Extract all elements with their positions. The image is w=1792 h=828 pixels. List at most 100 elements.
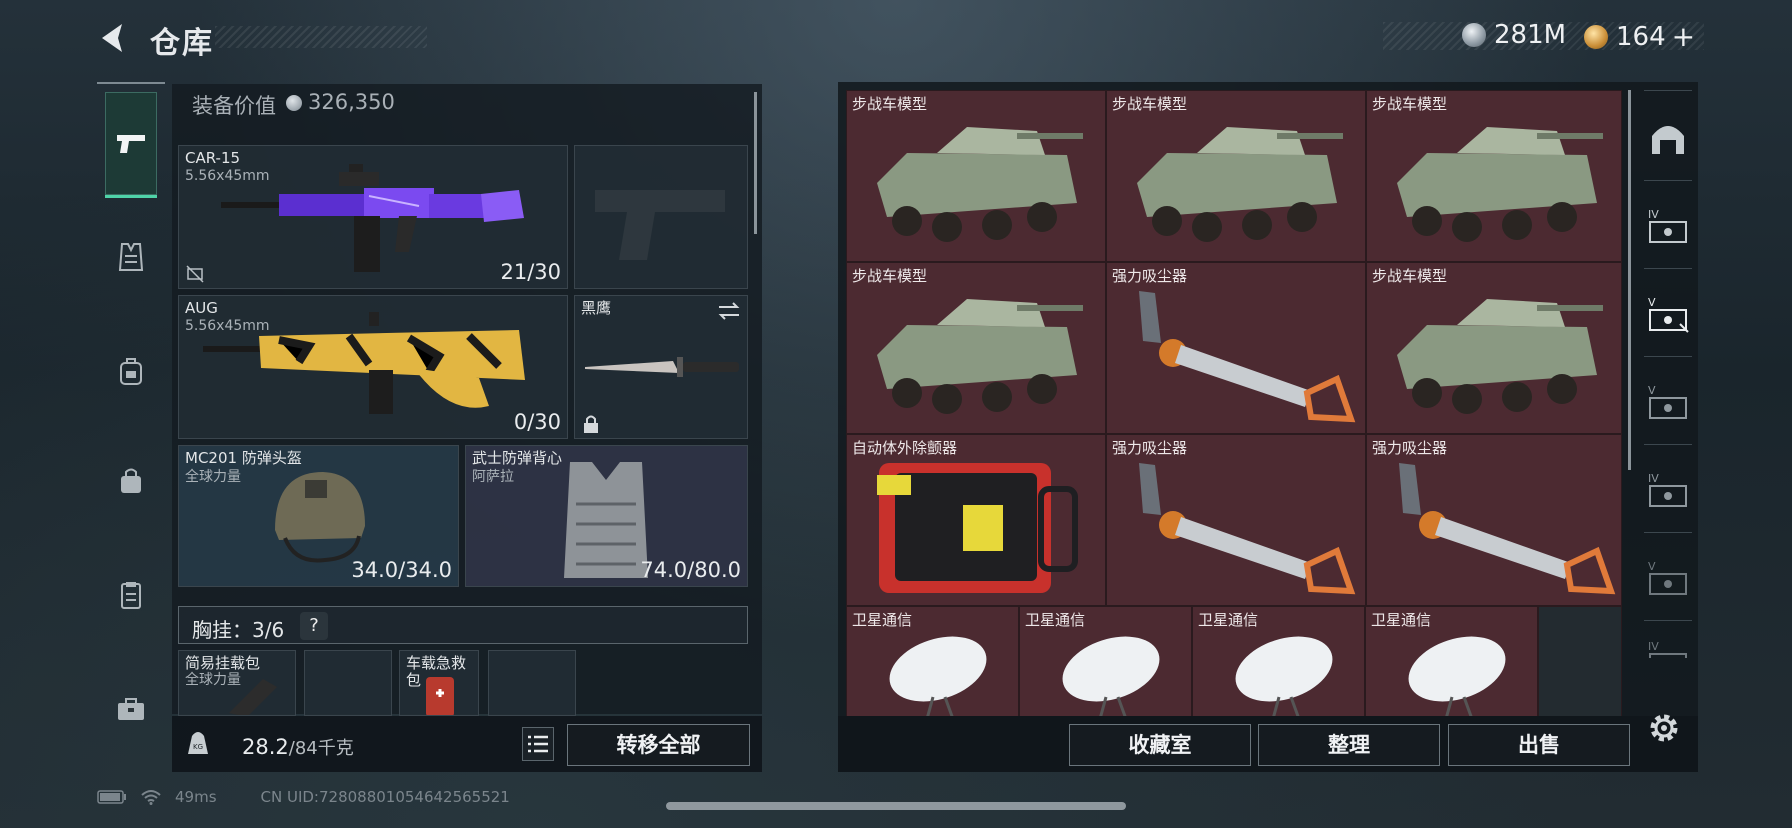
swap-icon[interactable] xyxy=(717,302,741,320)
category-strip: IV V V IV V IV xyxy=(1640,90,1696,710)
category-tier-v-active[interactable]: V xyxy=(1640,286,1696,342)
category-divider xyxy=(1644,90,1692,91)
satellite-dish-image xyxy=(889,636,987,716)
gear-value: 326,350 xyxy=(308,90,395,114)
primary-weapon-slot[interactable]: CAR-15 5.56x45mm 21/30 xyxy=(178,145,568,289)
settings-gear-icon[interactable] xyxy=(1646,710,1682,746)
pistol-icon xyxy=(117,134,145,153)
category-arch[interactable] xyxy=(1640,110,1696,166)
no-attachment-icon xyxy=(186,265,204,283)
primary-ammo-count: 21/30 xyxy=(500,260,561,284)
category-divider xyxy=(1644,444,1692,445)
warehouse-item[interactable]: 卫星通信 xyxy=(846,606,1019,716)
warehouse-item[interactable]: 强力吸尘器 xyxy=(1366,434,1622,606)
title-decoration xyxy=(215,26,427,48)
organize-button[interactable]: 整理 xyxy=(1258,724,1440,766)
warehouse-item[interactable]: 步战车模型 xyxy=(846,262,1106,434)
warehouse-item[interactable]: 卫星通信 xyxy=(1192,606,1365,716)
clipboard-icon xyxy=(121,582,141,609)
pistol-placeholder-icon xyxy=(595,190,725,260)
vest-durability: 74.0/80.0 xyxy=(640,558,741,582)
melee-slot[interactable]: 黑鹰 xyxy=(574,295,748,439)
safe-box-icon: IV xyxy=(1648,472,1687,507)
car15-rifle-image xyxy=(221,164,524,272)
pistol-slot-empty[interactable] xyxy=(574,145,748,289)
sidebar-item-bag[interactable] xyxy=(97,446,165,516)
helmet-brand: 全球力量 xyxy=(185,469,241,485)
svg-text:V: V xyxy=(1648,384,1656,397)
list-icon xyxy=(528,735,548,753)
silver-coin-icon xyxy=(286,95,302,111)
helmet-durability: 34.0/34.0 xyxy=(351,558,452,582)
list-view-button[interactable] xyxy=(522,727,554,761)
back-arrow-icon[interactable] xyxy=(96,20,132,56)
warehouse-item[interactable]: 步战车模型 xyxy=(1106,90,1366,262)
item-name: 步战车模型 xyxy=(852,267,928,285)
warehouse-item[interactable]: 步战车模型 xyxy=(846,90,1106,262)
vest-slot[interactable]: 武士防弹背心 阿萨拉 74.0/80.0 xyxy=(465,445,748,587)
vacuum-image xyxy=(1139,291,1356,423)
wifi-icon xyxy=(141,790,161,805)
currency-gold[interactable]: 164 + xyxy=(1584,20,1695,53)
battery-icon xyxy=(97,790,126,804)
first-aid-kit-image xyxy=(426,677,454,715)
safe-box-icon: V xyxy=(1648,560,1687,595)
category-divider xyxy=(1644,180,1692,181)
vacuum-image xyxy=(1399,463,1616,595)
warehouse-item[interactable]: 强力吸尘器 xyxy=(1106,434,1366,606)
category-tier-iv[interactable]: IV xyxy=(1640,462,1696,518)
rig-item-slot[interactable]: 车载急救包 xyxy=(399,650,479,716)
aug-rifle-image xyxy=(203,312,525,414)
apc-model-image xyxy=(877,299,1083,414)
chest-rig-help-button[interactable]: ? xyxy=(300,612,328,640)
category-divider xyxy=(1644,268,1692,269)
vest-icon xyxy=(118,243,144,271)
defibrillator-image xyxy=(877,463,1078,593)
collection-room-button[interactable]: 收藏室 xyxy=(1069,724,1251,766)
safe-box-icon: V xyxy=(1648,296,1689,333)
secondary-weapon-slot[interactable]: AUG 5.56x45mm 0/30 xyxy=(178,295,568,439)
apc-model-image xyxy=(877,127,1083,242)
helmet-slot[interactable]: MC201 防弹头盔 全球力量 34.0/34.0 xyxy=(178,445,459,587)
page-title: 仓库 xyxy=(150,26,214,61)
loadout-scrollbar[interactable] xyxy=(754,92,757,234)
satellite-dish-image xyxy=(1062,636,1160,716)
warehouse-empty-cell[interactable] xyxy=(1538,606,1622,716)
category-tier-v[interactable]: V xyxy=(1640,374,1696,430)
currency-silver-value: 281M xyxy=(1494,20,1567,50)
item-name: 卫星通信 xyxy=(1371,611,1432,629)
rig-item-slot-empty[interactable] xyxy=(488,650,576,716)
sell-button[interactable]: 出售 xyxy=(1448,724,1630,766)
apc-model-image xyxy=(1397,127,1603,242)
warehouse-item[interactable]: 卫星通信 xyxy=(1365,606,1538,716)
home-indicator[interactable] xyxy=(666,802,1126,810)
vacuum-image xyxy=(1139,463,1356,595)
transfer-all-button[interactable]: 转移全部 xyxy=(567,724,750,766)
apc-model-image xyxy=(1137,127,1343,242)
warehouse-item[interactable]: 强力吸尘器 xyxy=(1106,262,1366,434)
warehouse-item[interactable]: 自动体外除颤器 xyxy=(846,434,1106,606)
gear-value-label: 装备价值 xyxy=(192,94,276,118)
category-tier-iv[interactable]: IV xyxy=(1640,638,1696,668)
category-divider xyxy=(1644,532,1692,533)
sidebar-item-armor[interactable] xyxy=(97,222,165,292)
safe-box-icon: V xyxy=(1648,384,1687,419)
silver-coin-icon xyxy=(1462,23,1486,47)
currency-add-button[interactable]: + xyxy=(1672,20,1695,53)
arch-icon xyxy=(1652,126,1684,154)
warehouse-item[interactable]: 步战车模型 xyxy=(1366,90,1622,262)
warehouse-item[interactable]: 步战车模型 xyxy=(1366,262,1622,434)
warehouse-scrollbar[interactable] xyxy=(1628,90,1631,470)
category-tier-v[interactable]: V xyxy=(1640,550,1696,606)
sidebar-item-weapons[interactable] xyxy=(105,92,157,198)
rig-item-slot-empty[interactable] xyxy=(304,650,392,716)
warehouse-item[interactable]: 卫星通信 xyxy=(1019,606,1192,716)
secondary-ammo-count: 0/30 xyxy=(513,410,561,434)
melee-name: 黑鹰 xyxy=(581,299,612,317)
rig-item-slot[interactable]: 简易挂载包 全球力量 xyxy=(178,650,296,716)
status-bar: 49ms CN UID:7280880105464256552​1 xyxy=(97,788,510,806)
sidebar-item-backpack[interactable] xyxy=(97,336,165,406)
category-tier-iv[interactable]: IV xyxy=(1640,198,1696,254)
sidebar-item-medical[interactable] xyxy=(97,560,165,630)
sidebar-item-toolbox[interactable] xyxy=(97,674,165,744)
